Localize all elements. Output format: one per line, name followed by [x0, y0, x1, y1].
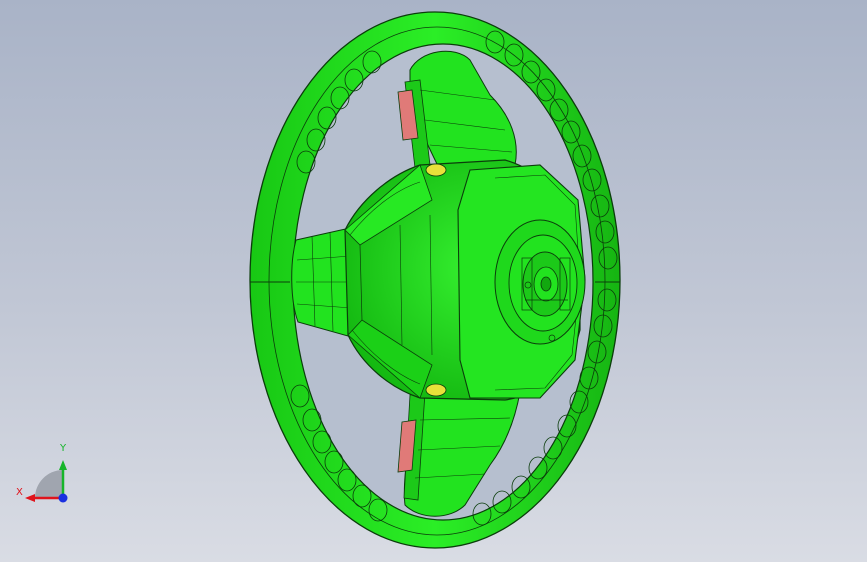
steering-column-boss[interactable] [494, 219, 586, 345]
upper-mounting-pin [425, 163, 447, 177]
cad-viewport[interactable]: X Y [0, 0, 867, 562]
steering-wheel-model[interactable] [0, 0, 867, 562]
lower-mounting-pin [425, 383, 447, 397]
y-axis-label: Y [60, 443, 67, 454]
x-axis-label: X [16, 487, 23, 498]
